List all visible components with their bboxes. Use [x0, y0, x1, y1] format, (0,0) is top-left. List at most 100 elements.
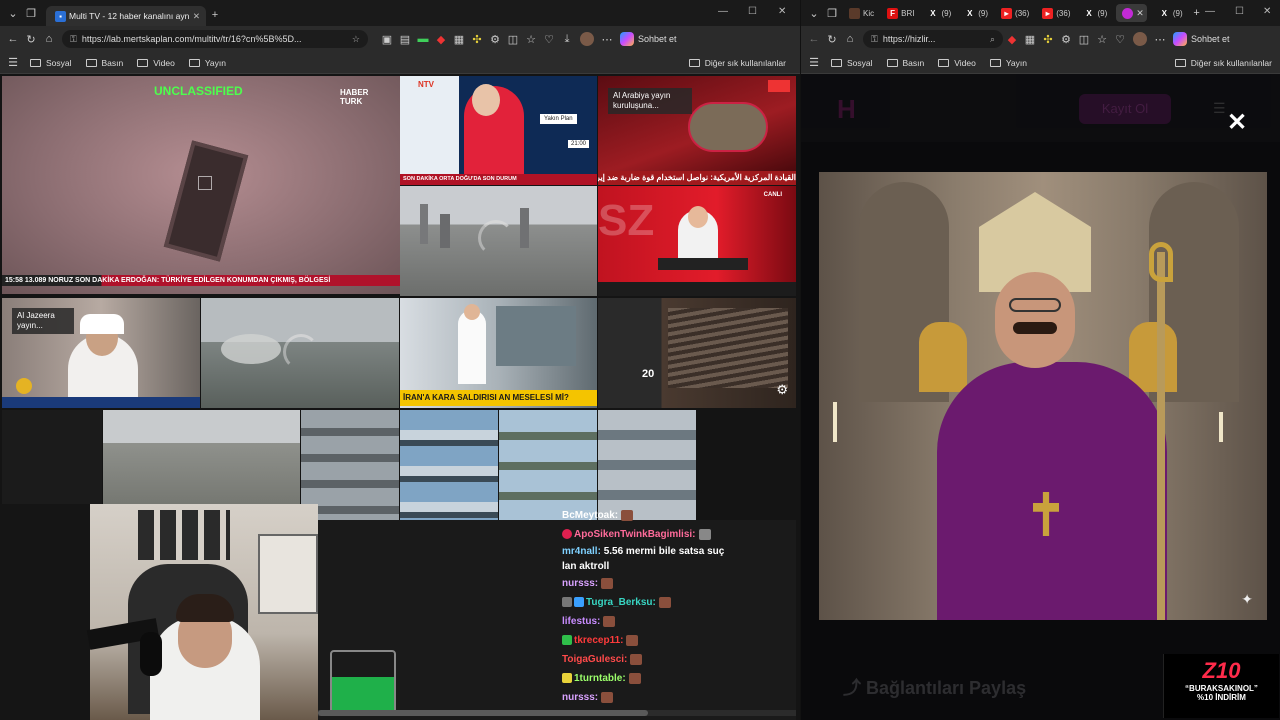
bookmark-basin[interactable]: Basın [886, 58, 924, 68]
tile-sozcu[interactable]: SZ CANLI [598, 186, 796, 296]
favorites-icon[interactable]: ☆ [522, 30, 540, 48]
extensions-puzzle-icon[interactable]: ⚙ [1057, 30, 1075, 48]
tile-ntv[interactable]: NTV Yakın Plan 21:00 SON DAKİKA ORTA DOĞ… [400, 76, 597, 185]
tile-tbmm[interactable]: 20 ⚙ [598, 298, 796, 408]
bookmark-sosyal[interactable]: Sosyal [831, 58, 873, 68]
chat-user[interactable]: nursss: [562, 692, 598, 703]
profile-avatar[interactable] [580, 32, 594, 46]
bookmark-sosyal[interactable]: Sosyal [30, 58, 72, 68]
extension-icon-4[interactable]: ◆ [432, 30, 450, 48]
alarabiya-badge[interactable]: Al Arabiya yayın kuruluşuna... [608, 88, 692, 114]
extension-icon-1[interactable]: ▣ [378, 30, 396, 48]
tile-tv100[interactable]: İRAN'A KARA SALDIRISI AN MESELESİ Mİ? [400, 298, 597, 408]
home-icon[interactable]: ⌂ [40, 30, 58, 48]
close-tab-icon[interactable]: ✕ [193, 11, 200, 22]
extension-icon-1[interactable]: ◆ [1003, 30, 1021, 48]
tile-cam-grid-3[interactable] [499, 410, 597, 520]
back-icon[interactable]: ← [4, 30, 22, 48]
register-button[interactable]: Kayıt Ol [1079, 94, 1171, 124]
other-bookmarks[interactable]: Diğer sık kullanılanlar [688, 58, 786, 68]
maximize-icon[interactable]: ☐ [748, 6, 757, 17]
workspaces-icon[interactable]: ❐ [823, 4, 841, 22]
tab-x-3[interactable]: X (9) [1081, 4, 1107, 22]
tile-aljazeera[interactable]: Al Jazeera yayın... [2, 298, 200, 408]
chat-user[interactable]: nursss: [562, 578, 598, 589]
tab-actions-icon[interactable]: ⌄ [4, 4, 22, 22]
more-menu-icon[interactable]: ⋯ [1151, 30, 1169, 48]
refresh-icon[interactable]: ↻ [22, 30, 40, 48]
favorites-icon[interactable]: ☆ [1093, 30, 1111, 48]
home-icon[interactable]: ⌂ [841, 30, 859, 48]
tile-cam-grid-2[interactable] [400, 410, 498, 520]
extension-icon-2[interactable]: ▤ [396, 30, 414, 48]
chat-user[interactable]: Tugra_Berksu: [586, 597, 656, 608]
close-tab-icon[interactable]: ✕ [1136, 8, 1144, 19]
extension-icon-6[interactable]: ✣ [468, 30, 486, 48]
aljazeera-badge[interactable]: Al Jazeera yayın... [12, 308, 74, 334]
settings-gear-icon[interactable]: ⚙ [776, 382, 788, 398]
favorite-star-icon[interactable]: ☆ [352, 34, 360, 45]
tab-x-2[interactable]: X (9) [961, 4, 988, 22]
tab-x-4[interactable]: X (9) [1156, 4, 1183, 22]
chat-user[interactable]: ToigaGulesci: [562, 654, 627, 665]
more-menu-icon[interactable]: ⋯ [598, 30, 616, 48]
tab-kick[interactable]: Kic [846, 4, 874, 22]
tab-bri[interactable]: F BRI [884, 4, 914, 22]
scrollbar-thumb[interactable] [318, 710, 648, 716]
bookmark-yayin[interactable]: Yayın [989, 58, 1027, 68]
tile-city-cam-2[interactable] [201, 298, 399, 408]
close-window-icon[interactable]: ✕ [778, 6, 786, 17]
split-screen-icon[interactable]: ◫ [1075, 30, 1093, 48]
collections-icon[interactable]: ♡ [540, 30, 558, 48]
refresh-icon[interactable]: ↻ [823, 30, 841, 48]
sidebar-toggle-icon[interactable]: ☰ [805, 54, 823, 72]
other-bookmarks[interactable]: Diğer sık kullanılanlar [1174, 58, 1272, 68]
back-icon[interactable]: ← [805, 30, 823, 48]
close-window-icon[interactable]: ✕ [1263, 6, 1271, 17]
minimize-icon[interactable]: — [1205, 6, 1215, 17]
bookmark-yayin[interactable]: Yayın [188, 58, 226, 68]
workspaces-icon[interactable]: ❐ [22, 4, 40, 22]
chat-user[interactable]: mr4nall: [562, 546, 601, 557]
downloads-icon[interactable]: ⤓ [558, 30, 576, 48]
tab-active[interactable]: ✕ [1116, 4, 1147, 22]
tile-alarabiya[interactable]: Al Arabiya yayın kuruluşuna... القيادة ا… [598, 76, 796, 185]
close-viewer-icon[interactable]: ✕ [1227, 108, 1247, 137]
extension-icon-3[interactable]: ▬ [414, 30, 432, 48]
tab-youtube-2[interactable]: ▸ (36) [1039, 4, 1071, 22]
generated-image[interactable]: ✦ [819, 172, 1267, 620]
minimize-icon[interactable]: — [718, 6, 728, 17]
sidebar-toggle-icon[interactable]: ☰ [4, 54, 22, 72]
bookmark-video[interactable]: Video [938, 58, 976, 68]
tile-city-cam-1[interactable] [400, 186, 597, 296]
extension-icon-2[interactable]: ▦ [1021, 30, 1039, 48]
tile-haberturk[interactable]: UNCLASSIFIED HABER TURK 15:58 13.089 NOR… [2, 76, 400, 294]
extension-icon-5[interactable]: ▦ [450, 30, 468, 48]
split-screen-icon[interactable]: ◫ [504, 30, 522, 48]
zoom-icon[interactable]: ⌕ [990, 34, 995, 45]
tab-x-1[interactable]: X (9) [924, 4, 951, 22]
chat-user[interactable]: tkrecep11: [574, 635, 623, 646]
chat-user[interactable]: BcMeytoak: [562, 510, 618, 521]
share-links-button[interactable]: ⤴ Bağlantıları Paylaş [843, 674, 1026, 700]
horizontal-scrollbar[interactable] [318, 710, 796, 716]
chat-user[interactable]: ApoSikenTwinkBagimlisi: [574, 529, 696, 540]
bookmark-video[interactable]: Video [137, 58, 175, 68]
extension-icon-3[interactable]: ✣ [1039, 30, 1057, 48]
maximize-icon[interactable]: ☐ [1235, 6, 1244, 17]
copilot-button[interactable]: Sohbet et [1173, 32, 1230, 46]
copilot-button[interactable]: Sohbet et [620, 32, 677, 46]
right-url-field[interactable]: ⚿ https://hizlir... ⌕ [863, 30, 1003, 48]
collections-icon[interactable]: ♡ [1111, 30, 1129, 48]
tab-youtube-1[interactable]: ▸ (36) [998, 4, 1029, 22]
tab-multitv[interactable]: ▪ Multi TV - 12 haber kanalını aynı a ✕ [46, 6, 206, 26]
chat-user[interactable]: lifestus: [562, 616, 600, 627]
tab-actions-icon[interactable]: ⌄ [805, 4, 823, 22]
extensions-puzzle-icon[interactable]: ⚙ [486, 30, 504, 48]
new-tab-icon[interactable]: + [1188, 4, 1206, 22]
bookmark-basin[interactable]: Basın [85, 58, 123, 68]
new-tab-icon[interactable]: + [206, 6, 224, 24]
left-url-field[interactable]: ⚿ https://lab.mertskaplan.com/multitv/tr… [62, 30, 368, 48]
chat-user[interactable]: 1turntable: [574, 673, 626, 684]
profile-avatar[interactable] [1133, 32, 1147, 46]
